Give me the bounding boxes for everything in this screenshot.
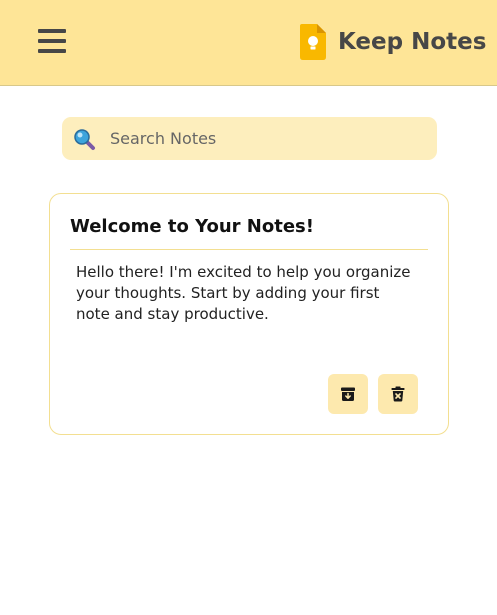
- note-title: Welcome to Your Notes!: [70, 216, 314, 237]
- note-divider: [70, 249, 428, 250]
- app-title: Keep Notes: [338, 29, 487, 55]
- magnifier-icon: [74, 129, 95, 150]
- trash-icon: [391, 386, 405, 402]
- archive-icon: [341, 387, 355, 401]
- delete-button[interactable]: [378, 374, 418, 414]
- app-header: Keep Notes: [0, 0, 497, 86]
- note-body: Hello there! I'm excited to help you org…: [76, 263, 411, 323]
- note-card[interactable]: Welcome to Your Notes! Hello there! I'm …: [49, 193, 449, 435]
- keep-bulb-icon: [300, 24, 326, 60]
- brand: Keep Notes: [300, 22, 486, 62]
- archive-button[interactable]: [328, 374, 368, 414]
- search-bar: [62, 117, 437, 160]
- search-input[interactable]: [110, 117, 430, 160]
- hamburger-menu-icon[interactable]: [38, 29, 66, 53]
